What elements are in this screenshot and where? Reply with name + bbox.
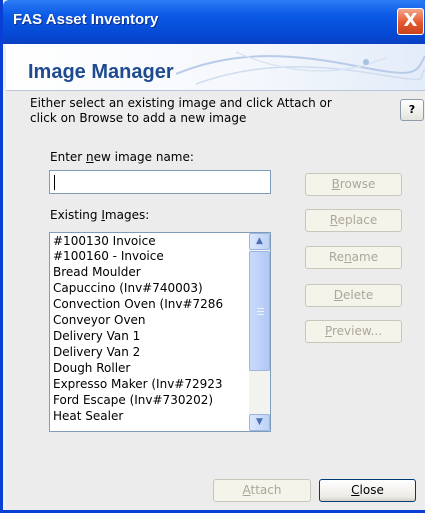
label-part: mages: bbox=[104, 208, 150, 222]
label-part: Enter bbox=[50, 150, 87, 164]
window-title: FAS Asset Inventory bbox=[13, 11, 159, 28]
list-item[interactable]: Conveyor Oven bbox=[53, 313, 146, 328]
list-item[interactable]: Expresso Maker (Inv#72923 bbox=[53, 377, 223, 392]
attach-button[interactable]: Attach bbox=[213, 479, 311, 502]
preview-button[interactable]: Preview... bbox=[305, 320, 402, 343]
browse-button[interactable]: Browse bbox=[305, 173, 402, 196]
text-caret bbox=[54, 175, 55, 190]
instructions-line-1: Either select an existing image and clic… bbox=[30, 96, 332, 110]
list-item[interactable]: Ford Escape (Inv#730202) bbox=[53, 393, 213, 408]
accel-key: R bbox=[329, 213, 338, 227]
list-item[interactable]: Capuccino (Inv#740003) bbox=[53, 281, 203, 296]
list-item[interactable]: Bread Moulder bbox=[53, 265, 141, 280]
header-banner: Image Manager bbox=[6, 44, 425, 91]
title-bar: FAS Asset Inventory X bbox=[3, 0, 425, 44]
list-item[interactable]: Heat Sealer bbox=[53, 409, 123, 424]
button-label: elete bbox=[343, 288, 374, 302]
button-label: rowse bbox=[339, 177, 376, 191]
page-title: Image Manager bbox=[28, 61, 174, 83]
scroll-grip bbox=[257, 314, 264, 315]
list-item[interactable]: Dough Roller bbox=[53, 361, 130, 376]
list-item[interactable]: Delivery Van 2 bbox=[53, 345, 140, 360]
list-scrollbar[interactable]: ▲ ▼ bbox=[249, 233, 270, 431]
help-button[interactable]: ? bbox=[400, 99, 424, 121]
accel-key: A bbox=[242, 483, 251, 497]
button-label: lose bbox=[359, 483, 384, 497]
list-item[interactable]: #100130 Invoice bbox=[53, 234, 156, 249]
list-item[interactable]: Delivery Van 1 bbox=[53, 329, 140, 344]
accel-key: P bbox=[324, 324, 332, 338]
label-part: ew image name: bbox=[93, 150, 194, 164]
label-accel: n bbox=[86, 150, 94, 164]
scroll-grip bbox=[257, 308, 264, 309]
accel-key: D bbox=[333, 288, 344, 302]
banner-swoosh-graphic bbox=[176, 51, 425, 85]
button-label: review... bbox=[332, 324, 383, 338]
scroll-grip bbox=[257, 311, 264, 312]
button-label: ame bbox=[351, 250, 379, 264]
existing-images-list[interactable]: #100130 Invoice #100160 - Invoice Bread … bbox=[49, 232, 271, 432]
delete-button[interactable]: Delete bbox=[305, 284, 402, 307]
rename-button[interactable]: Rename bbox=[305, 246, 402, 269]
label-part: Existing bbox=[50, 208, 102, 222]
scroll-up-icon[interactable]: ▲ bbox=[249, 233, 270, 250]
accel-key: n bbox=[344, 250, 352, 264]
dialog-window: FAS Asset Inventory X Image Manager Eith… bbox=[0, 0, 425, 513]
instructions-line-2: click on Browse to add a new image bbox=[30, 111, 247, 125]
list-item[interactable]: Convection Oven (Inv#7286 bbox=[53, 297, 223, 312]
close-button[interactable]: Close bbox=[319, 479, 416, 502]
new-image-name-input[interactable] bbox=[49, 170, 271, 194]
new-image-name-label: Enter new image name: bbox=[50, 150, 194, 164]
accel-key: B bbox=[331, 177, 340, 191]
list-item[interactable]: #100160 - Invoice bbox=[53, 249, 164, 264]
instructions-text: Either select an existing image and clic… bbox=[30, 96, 380, 126]
scroll-down-icon[interactable]: ▼ bbox=[249, 414, 270, 431]
existing-images-label: Existing Images: bbox=[50, 208, 149, 222]
button-label: eplace bbox=[337, 213, 378, 227]
close-icon[interactable]: X bbox=[397, 8, 424, 35]
accel-key: C bbox=[351, 483, 360, 497]
button-label: Re bbox=[328, 250, 345, 264]
button-label: ttach bbox=[250, 483, 282, 497]
replace-button[interactable]: Replace bbox=[305, 209, 402, 232]
scroll-thumb[interactable] bbox=[249, 251, 270, 371]
